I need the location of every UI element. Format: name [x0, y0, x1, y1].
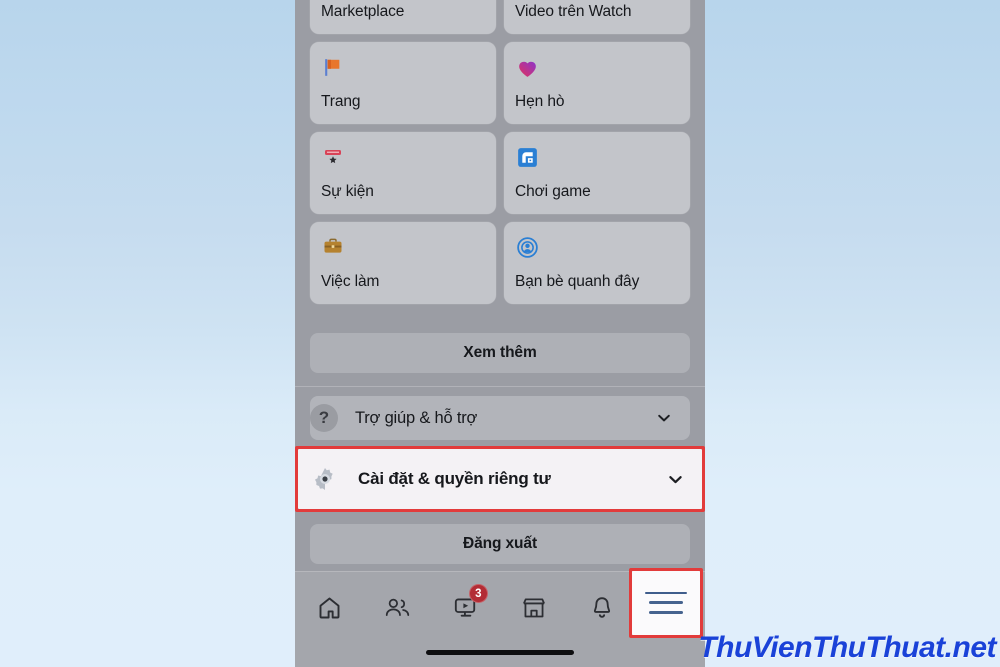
home-icon — [316, 594, 343, 621]
shortcuts-grid: Marketplace Video trên Watch Trang Hẹn h… — [310, 0, 690, 312]
settings-and-privacy-row[interactable]: Cài đặt & quyền riêng tư — [295, 448, 705, 510]
shortcut-label: Việc làm — [321, 273, 380, 290]
shortcut-card-hen-ho[interactable]: Hẹn hò — [504, 42, 690, 124]
hamburger-line — [649, 601, 683, 605]
help-and-support-row[interactable]: ? Trợ giúp & hỗ trợ — [310, 396, 690, 440]
nav-friends-button[interactable] — [363, 576, 431, 638]
question-mark-icon: ? — [310, 404, 338, 432]
see-more-button[interactable]: Xem thêm — [310, 333, 690, 373]
marketplace-icon — [520, 594, 548, 621]
settings-and-privacy-label: Cài đặt & quyền riêng tư — [358, 469, 551, 488]
logout-button[interactable]: Đăng xuất — [310, 524, 690, 564]
shortcut-card-trang[interactable]: Trang — [310, 42, 496, 124]
nav-marketplace-button[interactable] — [500, 576, 568, 638]
nav-notifications-button[interactable] — [568, 576, 636, 638]
chevron-down-icon — [667, 471, 683, 487]
help-and-support-label: Trợ giúp & hỗ trợ — [355, 408, 478, 427]
watermark: ThuVienThuThuat.net — [698, 631, 996, 664]
shortcut-label: Hẹn hò — [515, 93, 565, 110]
shortcut-card-su-kien[interactable]: Sự kiện — [310, 132, 496, 214]
nav-watch-button[interactable]: 3 — [432, 576, 500, 638]
shortcut-label: Bạn bè quanh đây — [515, 273, 640, 290]
nearby-friends-icon — [515, 232, 545, 262]
section-divider — [295, 386, 705, 387]
shortcut-label: Marketplace — [321, 3, 405, 20]
nav-home-button[interactable] — [295, 576, 363, 638]
gear-icon — [310, 464, 340, 494]
friends-icon — [383, 594, 412, 621]
shortcut-card-viec-lam[interactable]: Việc làm — [310, 222, 496, 304]
flag-icon — [321, 52, 351, 82]
shortcut-card-choi-game[interactable]: Chơi game — [504, 132, 690, 214]
shortcuts-row: Marketplace Video trên Watch — [310, 0, 690, 34]
phone-screen: Marketplace Video trên Watch Trang Hẹn h… — [295, 0, 705, 667]
hamburger-menu-icon[interactable] — [632, 571, 700, 635]
shortcut-card-watch[interactable]: Video trên Watch — [504, 0, 690, 34]
shortcuts-row: Sự kiện Chơi game — [310, 132, 690, 214]
calendar-star-icon — [321, 142, 351, 172]
shortcut-label: Video trên Watch — [515, 3, 632, 20]
watch-badge: 3 — [468, 584, 488, 603]
shortcut-label: Sự kiện — [321, 183, 374, 200]
shortcut-label: Chơi game — [515, 183, 591, 200]
gaming-icon — [515, 142, 545, 172]
home-indicator — [426, 650, 574, 655]
shortcuts-row: Trang Hẹn hò — [310, 42, 690, 124]
shortcuts-row: Việc làm Bạn bè quanh đây — [310, 222, 690, 304]
bell-icon — [589, 594, 615, 621]
heart-icon — [515, 52, 545, 82]
hamburger-line — [649, 611, 683, 615]
shortcut-card-marketplace[interactable]: Marketplace — [310, 0, 496, 34]
hamburger-line — [645, 591, 687, 595]
briefcase-icon — [321, 232, 351, 262]
chevron-down-icon — [656, 410, 672, 426]
shortcut-label: Trang — [321, 93, 361, 110]
shortcut-card-ban-be-quanh-day[interactable]: Bạn bè quanh đây — [504, 222, 690, 304]
